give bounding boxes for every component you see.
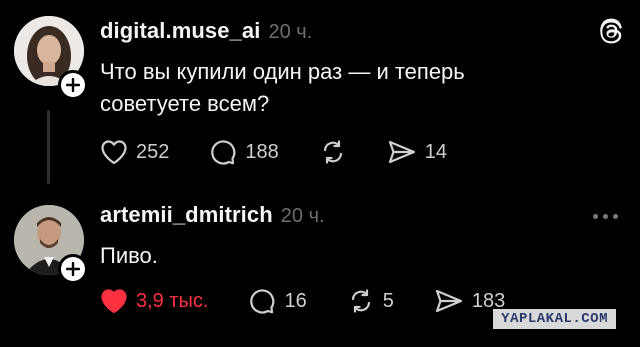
repost-icon — [351, 289, 370, 313]
action-bar: 3,9 тыс. 16 5 183 — [100, 287, 545, 315]
threads-logo-icon[interactable] — [596, 16, 626, 51]
watermark: YAPLAKAL.COM — [493, 309, 616, 329]
repost-button[interactable]: 5 — [347, 287, 394, 315]
follow-button[interactable] — [58, 70, 88, 100]
share-icon — [435, 289, 462, 313]
plus-icon — [66, 78, 80, 92]
like-count: 3,9 тыс. — [136, 289, 209, 312]
comment-button[interactable]: 16 — [248, 287, 307, 315]
thread-line — [47, 110, 50, 184]
comment-count: 16 — [284, 289, 307, 312]
post-text: Пиво. — [100, 243, 158, 268]
share-icon — [388, 140, 415, 164]
timestamp: 20 ч. — [268, 21, 313, 43]
timestamp: 20 ч. — [280, 205, 325, 227]
like-button[interactable]: 3,9 тыс. — [100, 288, 208, 314]
share-count: 14 — [424, 140, 447, 163]
more-icon[interactable] — [593, 214, 618, 219]
plus-icon — [66, 262, 80, 276]
post-text: Что вы купили один раз — и теперь совету… — [100, 59, 465, 116]
heart-icon — [101, 140, 127, 165]
comment-icon — [211, 140, 236, 165]
repost-button[interactable] — [319, 138, 347, 166]
heart-icon — [101, 289, 127, 314]
comment-button[interactable]: 188 — [209, 138, 279, 166]
like-count: 252 — [136, 140, 170, 163]
post-header: artemii_dmitrich 20 ч. — [100, 202, 325, 228]
repost-icon — [323, 140, 342, 164]
share-button[interactable]: 14 — [387, 138, 447, 166]
follow-button[interactable] — [58, 254, 88, 284]
comment-icon — [250, 289, 275, 314]
like-button[interactable]: 252 — [100, 139, 169, 165]
username[interactable]: artemii_dmitrich — [100, 202, 273, 228]
comment-count: 188 — [245, 140, 279, 163]
repost-count: 5 — [382, 289, 394, 312]
post-header: digital.muse_ai 20 ч. — [100, 18, 312, 44]
action-bar: 252 188 14 — [100, 138, 487, 166]
username[interactable]: digital.muse_ai — [100, 18, 260, 44]
post-1: digital.muse_ai 20 ч. Что вы купили один… — [0, 0, 640, 190]
